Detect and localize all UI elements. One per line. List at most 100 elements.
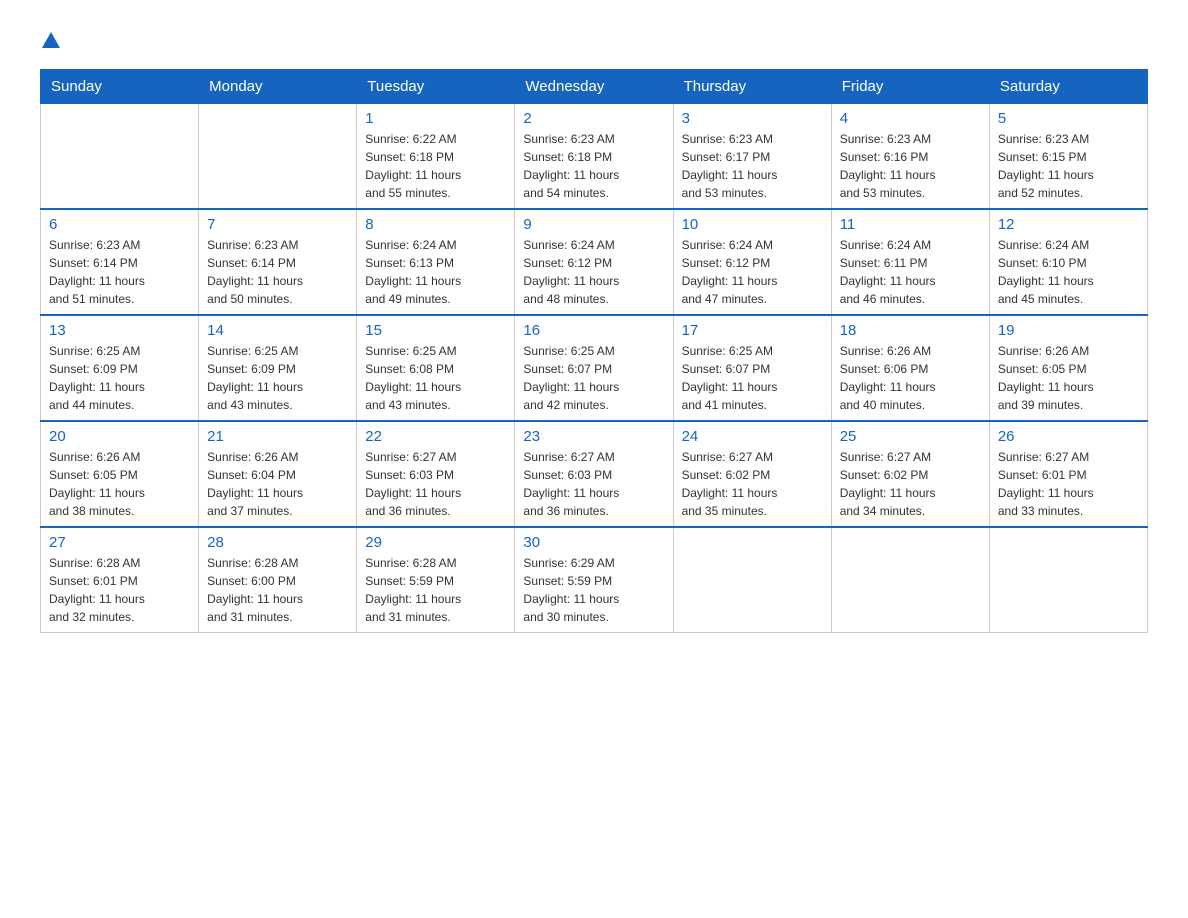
day-info: Sunrise: 6:27 AM Sunset: 6:02 PM Dayligh… xyxy=(682,448,823,520)
day-number: 25 xyxy=(840,428,981,445)
day-info: Sunrise: 6:25 AM Sunset: 6:08 PM Dayligh… xyxy=(365,342,506,414)
day-number: 21 xyxy=(207,428,348,445)
day-info: Sunrise: 6:24 AM Sunset: 6:11 PM Dayligh… xyxy=(840,236,981,308)
day-info: Sunrise: 6:24 AM Sunset: 6:13 PM Dayligh… xyxy=(365,236,506,308)
calendar-cell: 13 Sunrise: 6:25 AM Sunset: 6:09 PM Dayli… xyxy=(41,315,199,421)
calendar-cell: 6 Sunrise: 6:23 AM Sunset: 6:14 PM Daylig… xyxy=(41,209,199,315)
day-number: 29 xyxy=(365,534,506,551)
day-info: Sunrise: 6:24 AM Sunset: 6:12 PM Dayligh… xyxy=(682,236,823,308)
calendar-cell: 17 Sunrise: 6:25 AM Sunset: 6:07 PM Dayli… xyxy=(673,315,831,421)
day-number: 18 xyxy=(840,322,981,339)
calendar-cell xyxy=(831,527,989,633)
calendar-cell: 18 Sunrise: 6:26 AM Sunset: 6:06 PM Dayli… xyxy=(831,315,989,421)
calendar-header-row: SundayMondayTuesdayWednesdayThursdayFrid… xyxy=(41,70,1148,104)
day-number: 28 xyxy=(207,534,348,551)
calendar-cell: 5 Sunrise: 6:23 AM Sunset: 6:15 PM Daylig… xyxy=(989,104,1147,210)
day-number: 17 xyxy=(682,322,823,339)
calendar-day-header: Monday xyxy=(199,70,357,104)
logo-triangle-icon xyxy=(42,32,60,53)
day-info: Sunrise: 6:26 AM Sunset: 6:06 PM Dayligh… xyxy=(840,342,981,414)
day-info: Sunrise: 6:23 AM Sunset: 6:17 PM Dayligh… xyxy=(682,130,823,202)
calendar-cell: 8 Sunrise: 6:24 AM Sunset: 6:13 PM Daylig… xyxy=(357,209,515,315)
day-number: 13 xyxy=(49,322,190,339)
calendar-cell: 1 Sunrise: 6:22 AM Sunset: 6:18 PM Daylig… xyxy=(357,104,515,210)
day-number: 20 xyxy=(49,428,190,445)
calendar-day-header: Saturday xyxy=(989,70,1147,104)
day-info: Sunrise: 6:23 AM Sunset: 6:14 PM Dayligh… xyxy=(207,236,348,308)
day-number: 26 xyxy=(998,428,1139,445)
day-number: 1 xyxy=(365,110,506,127)
calendar-week-row: 1 Sunrise: 6:22 AM Sunset: 6:18 PM Daylig… xyxy=(41,104,1148,210)
day-number: 23 xyxy=(523,428,664,445)
day-number: 14 xyxy=(207,322,348,339)
day-info: Sunrise: 6:22 AM Sunset: 6:18 PM Dayligh… xyxy=(365,130,506,202)
calendar-day-header: Friday xyxy=(831,70,989,104)
calendar-cell xyxy=(673,527,831,633)
day-number: 22 xyxy=(365,428,506,445)
day-info: Sunrise: 6:28 AM Sunset: 6:01 PM Dayligh… xyxy=(49,554,190,626)
day-number: 2 xyxy=(523,110,664,127)
calendar-cell: 15 Sunrise: 6:25 AM Sunset: 6:08 PM Dayli… xyxy=(357,315,515,421)
calendar-cell: 11 Sunrise: 6:24 AM Sunset: 6:11 PM Dayli… xyxy=(831,209,989,315)
calendar-cell: 10 Sunrise: 6:24 AM Sunset: 6:12 PM Dayli… xyxy=(673,209,831,315)
day-info: Sunrise: 6:25 AM Sunset: 6:07 PM Dayligh… xyxy=(682,342,823,414)
calendar-table: SundayMondayTuesdayWednesdayThursdayFrid… xyxy=(40,69,1148,633)
calendar-week-row: 6 Sunrise: 6:23 AM Sunset: 6:14 PM Daylig… xyxy=(41,209,1148,315)
day-info: Sunrise: 6:28 AM Sunset: 6:00 PM Dayligh… xyxy=(207,554,348,626)
calendar-cell xyxy=(41,104,199,210)
calendar-cell: 29Sunrise: 6:28 AM Sunset: 5:59 PM Dayli… xyxy=(357,527,515,633)
day-number: 6 xyxy=(49,216,190,233)
calendar-cell: 28 Sunrise: 6:28 AM Sunset: 6:00 PM Dayli… xyxy=(199,527,357,633)
day-number: 19 xyxy=(998,322,1139,339)
day-number: 30 xyxy=(523,534,664,551)
calendar-cell: 20 Sunrise: 6:26 AM Sunset: 6:05 PM Dayli… xyxy=(41,421,199,527)
calendar-cell: 22 Sunrise: 6:27 AM Sunset: 6:03 PM Dayli… xyxy=(357,421,515,527)
day-info: Sunrise: 6:25 AM Sunset: 6:09 PM Dayligh… xyxy=(207,342,348,414)
day-info: Sunrise: 6:27 AM Sunset: 6:03 PM Dayligh… xyxy=(523,448,664,520)
day-info: Sunrise: 6:24 AM Sunset: 6:10 PM Dayligh… xyxy=(998,236,1139,308)
day-info: Sunrise: 6:25 AM Sunset: 6:09 PM Dayligh… xyxy=(49,342,190,414)
day-number: 5 xyxy=(998,110,1139,127)
day-info: Sunrise: 6:29 AM Sunset: 5:59 PM Dayligh… xyxy=(523,554,664,626)
day-info: Sunrise: 6:23 AM Sunset: 6:15 PM Dayligh… xyxy=(998,130,1139,202)
day-info: Sunrise: 6:26 AM Sunset: 6:04 PM Dayligh… xyxy=(207,448,348,520)
calendar-cell: 30 Sunrise: 6:29 AM Sunset: 5:59 PM Dayli… xyxy=(515,527,673,633)
day-info: Sunrise: 6:27 AM Sunset: 6:03 PM Dayligh… xyxy=(365,448,506,520)
day-info: Sunrise: 6:26 AM Sunset: 6:05 PM Dayligh… xyxy=(49,448,190,520)
calendar-cell: 3 Sunrise: 6:23 AM Sunset: 6:17 PM Daylig… xyxy=(673,104,831,210)
calendar-cell: 4Sunrise: 6:23 AM Sunset: 6:16 PM Daylig… xyxy=(831,104,989,210)
day-number: 27 xyxy=(49,534,190,551)
day-number: 11 xyxy=(840,216,981,233)
calendar-cell: 9Sunrise: 6:24 AM Sunset: 6:12 PM Daylig… xyxy=(515,209,673,315)
calendar-cell: 7 Sunrise: 6:23 AM Sunset: 6:14 PM Daylig… xyxy=(199,209,357,315)
day-number: 15 xyxy=(365,322,506,339)
page-header xyxy=(40,30,1148,49)
logo xyxy=(40,30,60,49)
day-number: 3 xyxy=(682,110,823,127)
calendar-cell: 23 Sunrise: 6:27 AM Sunset: 6:03 PM Dayli… xyxy=(515,421,673,527)
day-number: 24 xyxy=(682,428,823,445)
day-info: Sunrise: 6:23 AM Sunset: 6:14 PM Dayligh… xyxy=(49,236,190,308)
day-number: 8 xyxy=(365,216,506,233)
day-info: Sunrise: 6:26 AM Sunset: 6:05 PM Dayligh… xyxy=(998,342,1139,414)
calendar-cell: 25 Sunrise: 6:27 AM Sunset: 6:02 PM Dayli… xyxy=(831,421,989,527)
calendar-cell: 12 Sunrise: 6:24 AM Sunset: 6:10 PM Dayli… xyxy=(989,209,1147,315)
day-number: 4 xyxy=(840,110,981,127)
calendar-cell: 21 Sunrise: 6:26 AM Sunset: 6:04 PM Dayli… xyxy=(199,421,357,527)
day-info: Sunrise: 6:23 AM Sunset: 6:18 PM Dayligh… xyxy=(523,130,664,202)
calendar-week-row: 13 Sunrise: 6:25 AM Sunset: 6:09 PM Dayli… xyxy=(41,315,1148,421)
day-number: 10 xyxy=(682,216,823,233)
calendar-cell: 24 Sunrise: 6:27 AM Sunset: 6:02 PM Dayli… xyxy=(673,421,831,527)
calendar-week-row: 20 Sunrise: 6:26 AM Sunset: 6:05 PM Dayli… xyxy=(41,421,1148,527)
day-info: Sunrise: 6:27 AM Sunset: 6:02 PM Dayligh… xyxy=(840,448,981,520)
day-number: 12 xyxy=(998,216,1139,233)
calendar-cell: 14 Sunrise: 6:25 AM Sunset: 6:09 PM Dayli… xyxy=(199,315,357,421)
calendar-cell xyxy=(989,527,1147,633)
calendar-week-row: 27 Sunrise: 6:28 AM Sunset: 6:01 PM Dayli… xyxy=(41,527,1148,633)
calendar-day-header: Thursday xyxy=(673,70,831,104)
calendar-cell: 16Sunrise: 6:25 AM Sunset: 6:07 PM Dayli… xyxy=(515,315,673,421)
day-info: Sunrise: 6:24 AM Sunset: 6:12 PM Dayligh… xyxy=(523,236,664,308)
calendar-cell: 26Sunrise: 6:27 AM Sunset: 6:01 PM Dayli… xyxy=(989,421,1147,527)
day-number: 7 xyxy=(207,216,348,233)
calendar-cell xyxy=(199,104,357,210)
